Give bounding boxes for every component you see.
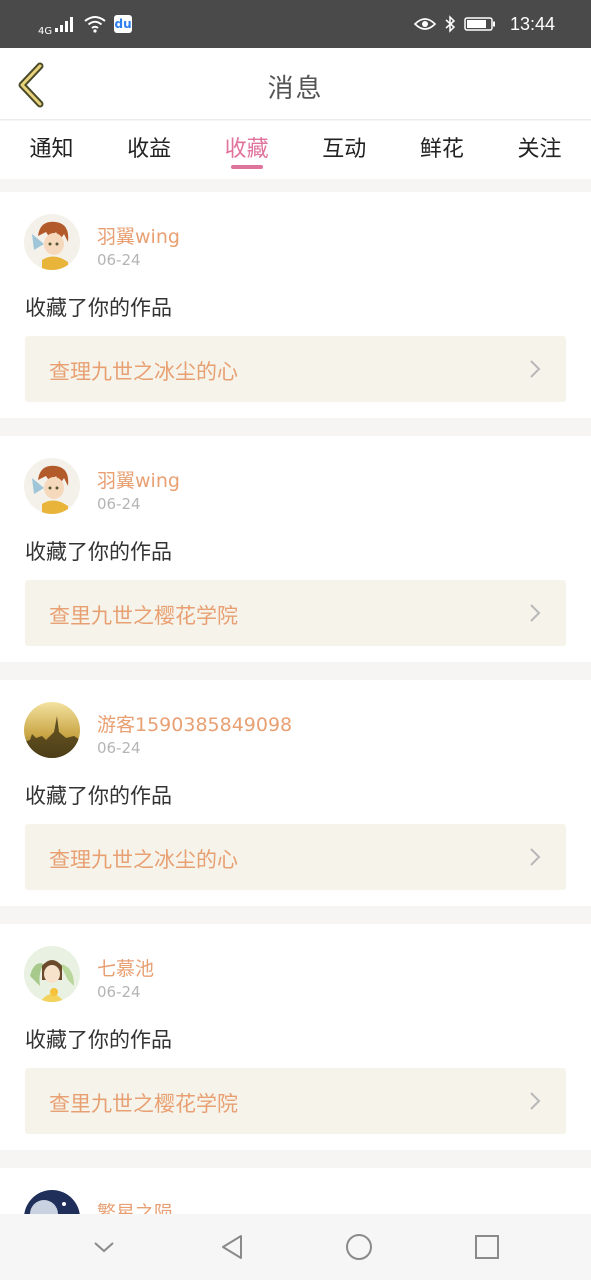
username[interactable]: 七慕池 [97, 954, 154, 981]
avatar[interactable] [24, 214, 80, 270]
message-card: 游客1590385849098 06-24 收藏了你的作品 查理九世之冰尘的心 [0, 680, 591, 906]
work-link[interactable]: 查里九世之樱花学院 [25, 1068, 566, 1134]
avatar[interactable] [24, 702, 80, 758]
circle-home-icon [346, 1234, 373, 1260]
tab-earnings[interactable]: 收益 [102, 121, 197, 179]
username[interactable]: 游客1590385849098 [97, 710, 292, 737]
status-time: 13:44 [509, 13, 555, 34]
recents-nav-button[interactable] [467, 1227, 507, 1267]
city-sunset-avatar-icon [24, 702, 80, 758]
action-text: 收藏了你的作品 [25, 540, 172, 564]
message-card: 七慕池 06-24 收藏了你的作品 查里九世之樱花学院 [0, 924, 591, 1150]
message-date: 06-24 [97, 251, 141, 269]
message-date: 06-24 [97, 983, 141, 1001]
message-tabs: 通知 收益 收藏 互动 鲜花 关注 [0, 121, 591, 179]
work-link[interactable]: 查理九世之冰尘的心 [25, 824, 566, 890]
tab-favorites[interactable]: 收藏 [199, 121, 294, 179]
square-recents-icon [475, 1235, 500, 1259]
wifi-icon [84, 16, 106, 33]
home-nav-button[interactable] [339, 1227, 379, 1267]
message-card: 羽翼wing 06-24 收藏了你的作品 查理九世之冰尘的心 [0, 192, 591, 418]
status-bar: 4G du 13:44 [0, 0, 591, 48]
work-title: 查理九世之冰尘的心 [49, 360, 238, 384]
chevron-down-icon [94, 1242, 114, 1253]
avatar[interactable] [24, 458, 80, 514]
chevron-right-icon [530, 1092, 541, 1110]
baidu-app-icon: du [114, 15, 133, 33]
work-link[interactable]: 查理九世之冰尘的心 [25, 336, 566, 402]
chevron-right-icon [530, 604, 541, 622]
chevron-right-icon [530, 360, 541, 378]
eye-comfort-icon [413, 18, 436, 30]
status-bar-right: 13:44 [413, 13, 555, 35]
action-text: 收藏了你的作品 [25, 1028, 172, 1052]
avatar[interactable] [24, 946, 80, 1002]
system-nav-bar [0, 1214, 591, 1280]
username[interactable]: 羽翼wing [97, 466, 180, 493]
work-title: 查理九世之冰尘的心 [49, 848, 238, 872]
anime-boy-avatar-icon [24, 214, 80, 270]
work-link[interactable]: 查里九世之樱花学院 [25, 580, 566, 646]
tab-interactions[interactable]: 互动 [297, 121, 392, 179]
bluetooth-icon [445, 15, 456, 33]
status-bar-left: 4G du [38, 12, 133, 37]
page-title: 消息 [267, 74, 324, 104]
network-type: 4G [38, 25, 53, 37]
message-date: 06-24 [97, 739, 141, 757]
work-title: 查里九世之樱花学院 [49, 1092, 238, 1116]
message-card: 羽翼wing 06-24 收藏了你的作品 查里九世之樱花学院 [0, 436, 591, 662]
app-header: 消息 [0, 48, 591, 120]
hide-nav-button[interactable] [84, 1227, 124, 1267]
tab-follows[interactable]: 关注 [492, 121, 587, 179]
signal-icon [55, 17, 74, 32]
tab-notifications[interactable]: 通知 [4, 121, 99, 179]
username[interactable]: 羽翼wing [97, 222, 180, 249]
chevron-right-icon [530, 848, 541, 866]
work-title: 查里九世之樱花学院 [49, 604, 238, 628]
battery-icon [464, 17, 495, 31]
action-text: 收藏了你的作品 [25, 296, 172, 320]
message-list: 羽翼wing 06-24 收藏了你的作品 查理九世之冰尘的心 羽翼wing 06… [0, 192, 591, 1246]
action-text: 收藏了你的作品 [25, 784, 172, 808]
anime-boy-avatar-icon [24, 458, 80, 514]
triangle-back-icon [221, 1235, 242, 1259]
back-nav-button[interactable] [212, 1227, 252, 1267]
message-date: 06-24 [97, 495, 141, 513]
tab-flowers[interactable]: 鲜花 [394, 121, 489, 179]
anime-girl-avatar-icon [24, 946, 80, 1002]
